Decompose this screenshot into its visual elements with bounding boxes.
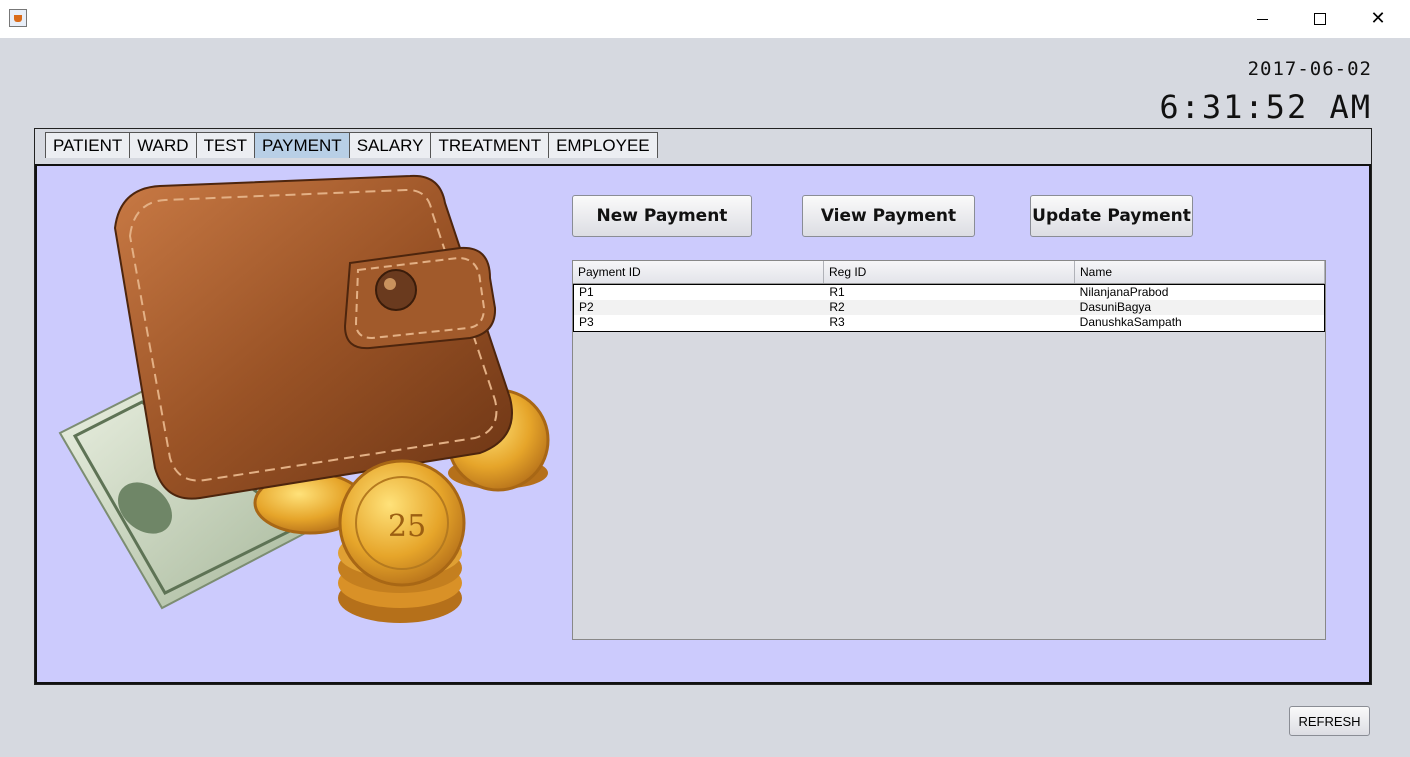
close-button[interactable]: ✕	[1349, 0, 1407, 38]
tab-test[interactable]: TEST	[195, 132, 256, 158]
maximize-icon	[1314, 13, 1326, 25]
tab-strip: PATIENT WARD TEST PAYMENT SALARY TREATME…	[45, 132, 658, 160]
column-header-name[interactable]: Name	[1075, 261, 1325, 283]
svg-text:25: 25	[388, 509, 426, 544]
coin-stack-icon: 25	[338, 459, 466, 623]
update-payment-button[interactable]: Update Payment	[1030, 195, 1193, 237]
window-titlebar: ✕	[0, 0, 1410, 38]
wallet-icon	[113, 174, 513, 500]
close-icon: ✕	[1370, 8, 1386, 29]
java-app-icon	[9, 9, 27, 27]
payment-table[interactable]: Payment ID Reg ID Name P1 R1 NilanjanaPr…	[572, 260, 1326, 640]
table-header: Payment ID Reg ID Name	[573, 261, 1325, 284]
cell-payment-id: P2	[579, 300, 594, 314]
cell-name: DanushkaSampath	[1079, 315, 1182, 329]
cell-reg-id: R2	[829, 300, 845, 314]
cell-payment-id: P1	[579, 285, 594, 299]
cell-reg-id: R3	[829, 315, 845, 329]
refresh-button[interactable]: REFRESH	[1289, 706, 1370, 736]
cell-name: DasuniBagya	[1079, 300, 1152, 314]
date-display: 2017-06-02	[1247, 58, 1372, 80]
table-row[interactable]: P3 R3 DanushkaSampath	[574, 315, 1324, 330]
cell-reg-id: R1	[829, 285, 845, 299]
tab-patient[interactable]: PATIENT	[45, 132, 131, 158]
table-row[interactable]: P2 R2 DasuniBagya	[574, 300, 1324, 315]
tab-employee[interactable]: EMPLOYEE	[548, 132, 658, 158]
cell-name: NilanjanaPrabod	[1079, 285, 1169, 299]
minimize-button[interactable]	[1233, 0, 1291, 38]
table-row[interactable]: P1 R1 NilanjanaPrabod	[574, 285, 1324, 300]
column-header-reg-id[interactable]: Reg ID	[824, 261, 1075, 283]
tab-treatment[interactable]: TREATMENT	[430, 132, 550, 158]
cell-payment-id: P3	[579, 315, 594, 329]
table-body: P1 R1 NilanjanaPrabod P2 R2 DasuniBagya …	[573, 284, 1325, 332]
tab-salary[interactable]: SALARY	[348, 132, 432, 158]
maximize-button[interactable]	[1291, 0, 1349, 38]
tab-payment[interactable]: PAYMENT	[254, 132, 350, 158]
view-payment-button[interactable]: View Payment	[802, 195, 975, 237]
wallet-money-illustration: 25	[58, 174, 550, 623]
new-payment-button[interactable]: New Payment	[572, 195, 752, 237]
tab-ward[interactable]: WARD	[129, 132, 197, 158]
column-header-payment-id[interactable]: Payment ID	[573, 261, 824, 283]
time-display: 6:31:52 AM	[1159, 88, 1372, 126]
minimize-icon	[1256, 18, 1268, 20]
